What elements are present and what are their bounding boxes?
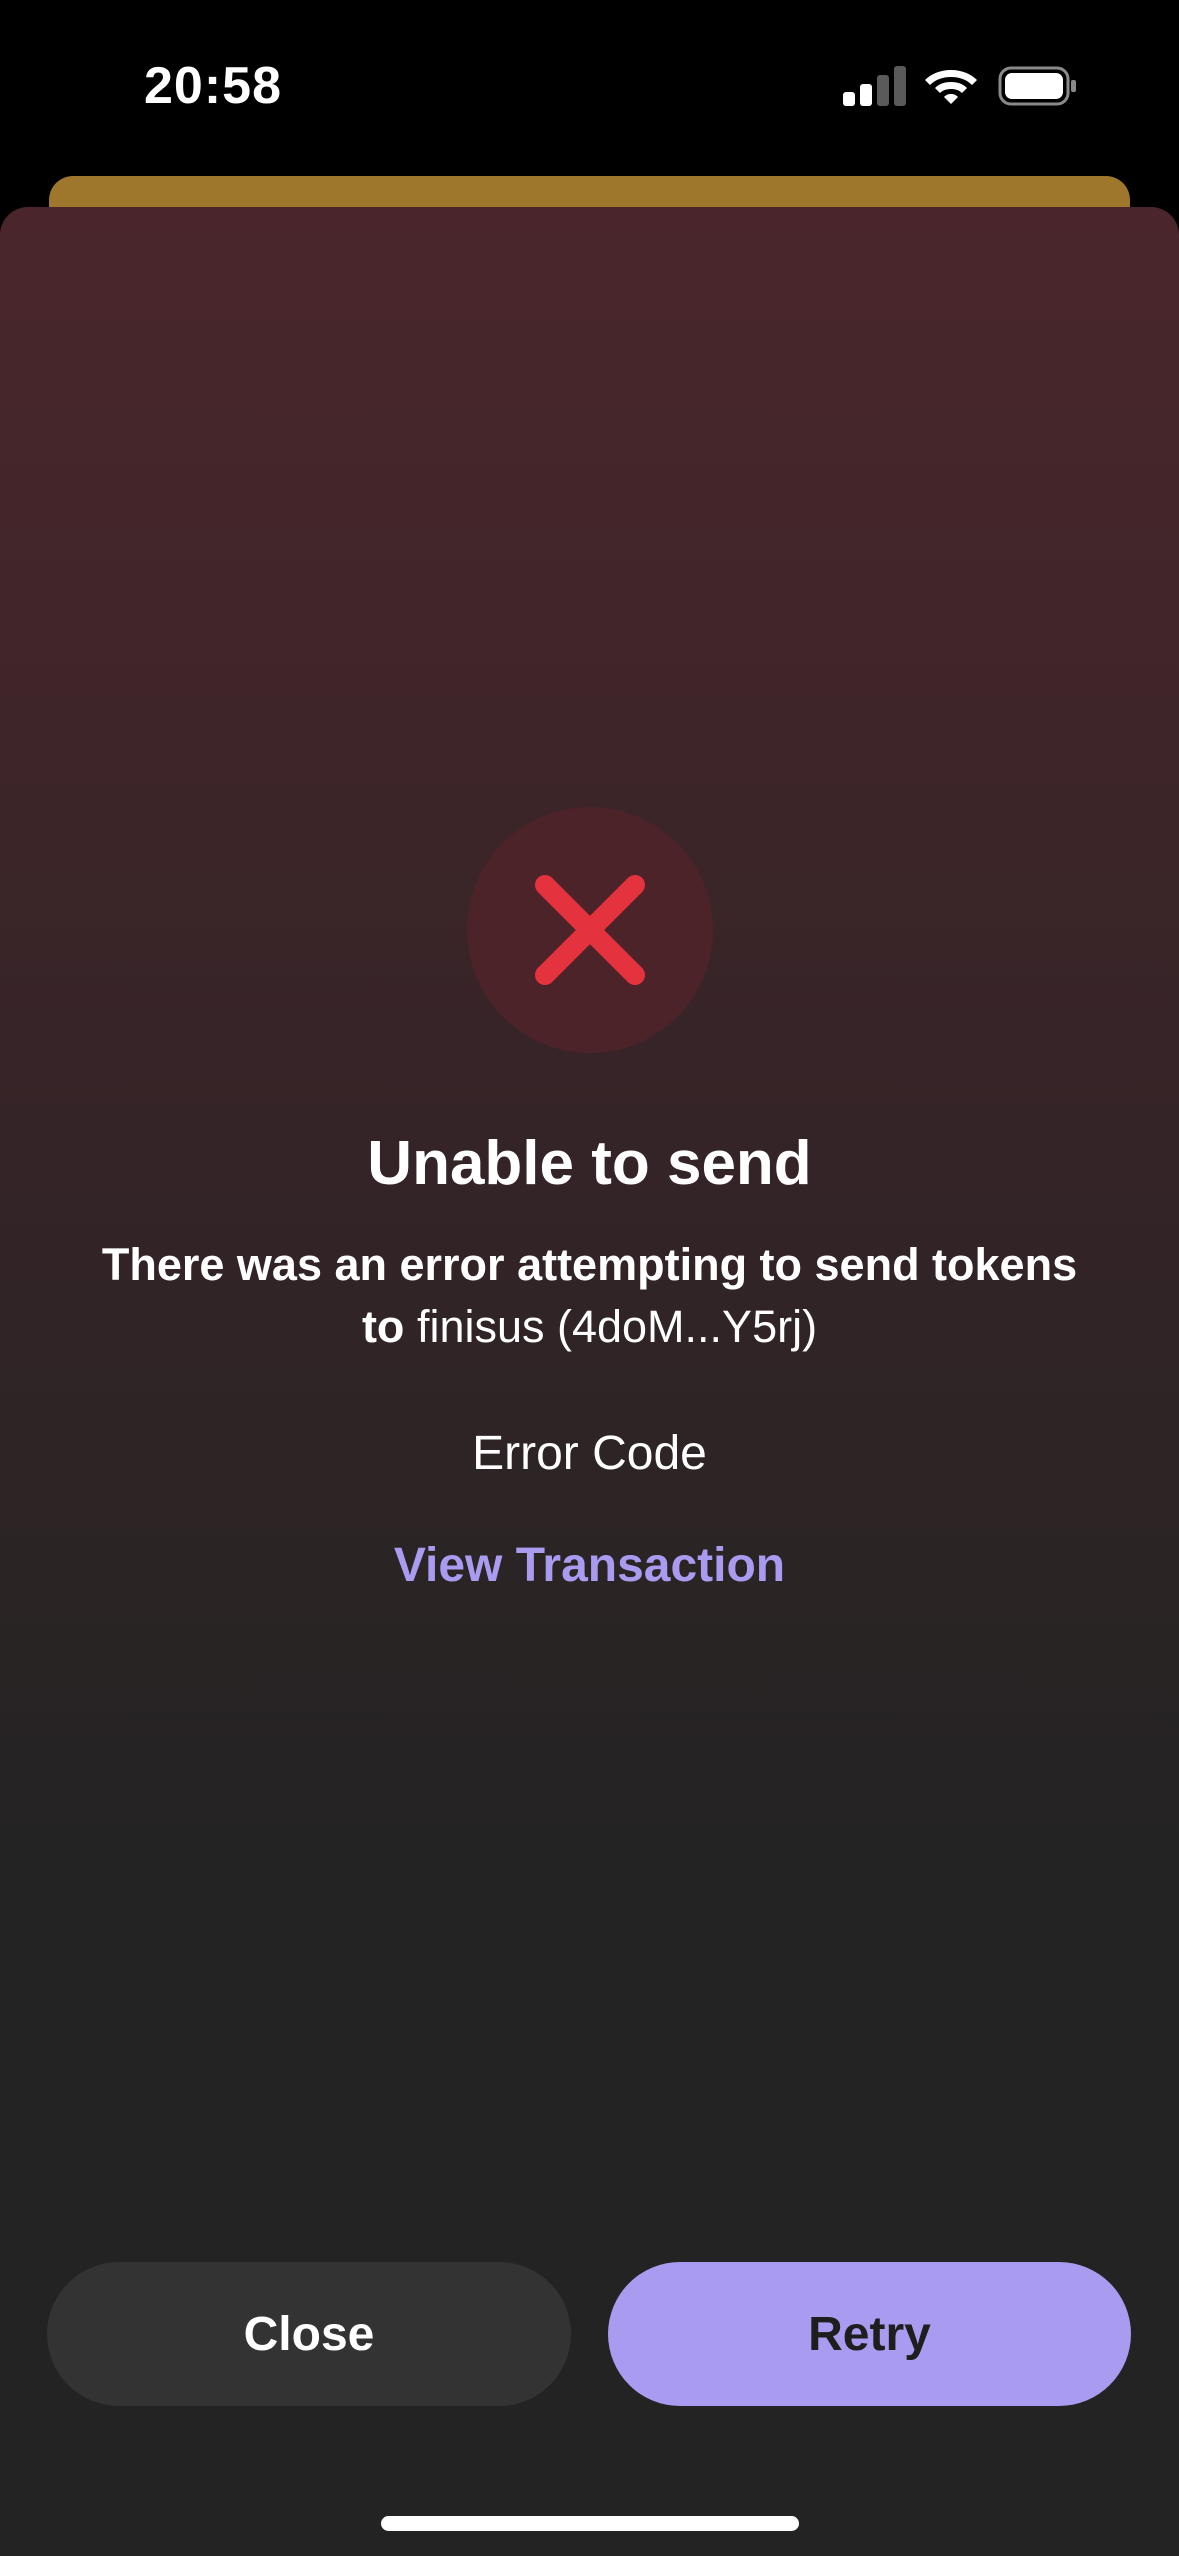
cellular-signal-icon bbox=[843, 66, 906, 106]
error-message: There was an error attempting to send to… bbox=[100, 1234, 1079, 1358]
dialog-title: Unable to send bbox=[367, 1129, 812, 1198]
status-bar: 20:58 bbox=[0, 0, 1179, 170]
error-status-circle bbox=[467, 807, 713, 1053]
close-button[interactable]: Close bbox=[47, 2262, 571, 2406]
retry-button[interactable]: Retry bbox=[608, 2262, 1131, 2406]
error-code-label: Error Code bbox=[472, 1427, 707, 1480]
wifi-icon bbox=[925, 70, 977, 104]
recipient-name: finisus (4doM...Y5rj) bbox=[416, 1301, 818, 1352]
error-sheet bbox=[0, 207, 1179, 2556]
battery-icon bbox=[998, 66, 1076, 106]
status-time: 20:58 bbox=[144, 57, 282, 115]
home-indicator[interactable] bbox=[381, 2516, 799, 2531]
close-button-label: Close bbox=[243, 2307, 375, 2361]
retry-button-label: Retry bbox=[808, 2307, 931, 2361]
view-transaction-link[interactable]: View Transaction bbox=[300, 1538, 879, 1593]
x-icon bbox=[535, 875, 645, 985]
